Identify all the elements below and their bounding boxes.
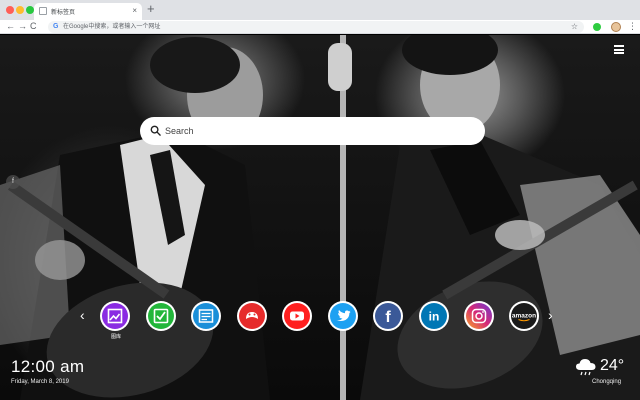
youtube-icon [282, 301, 312, 331]
cloud-rain-icon [576, 359, 596, 376]
bookmark-star-icon[interactable]: ☆ [571, 22, 578, 32]
shortcut-twitter[interactable] [328, 301, 358, 331]
address-bar-placeholder: 在Google中搜索，或者输入一个网址 [63, 24, 161, 30]
search-box[interactable] [140, 117, 485, 145]
svg-text:in: in [429, 310, 440, 324]
news-icon [191, 301, 221, 331]
tab-strip: 新标签页 × + [0, 0, 640, 20]
page-icon [39, 7, 47, 15]
svg-text:f: f [385, 309, 391, 326]
window-minimize-button[interactable] [16, 6, 24, 14]
clock-date: Friday, March 8, 2019 [11, 379, 69, 385]
side-panel-toggle-icon[interactable]: f [6, 175, 20, 189]
shortcut-linkedin[interactable]: in [419, 301, 449, 331]
shortcut-instagram[interactable] [464, 301, 494, 331]
shortcut-facebook[interactable]: f [373, 301, 403, 331]
image-icon [100, 301, 130, 331]
weather-city: Chongqing [592, 379, 622, 385]
browser-toolbar: ← → C G 在Google中搜索，或者输入一个网址 ☆ [0, 20, 640, 34]
window-maximize-button[interactable] [26, 6, 34, 14]
browser-menu-icon[interactable]: ⋮ [628, 21, 637, 32]
shortcuts-next-arrow-icon[interactable]: › [548, 307, 553, 323]
facebook-icon: f [373, 301, 403, 331]
google-icon: G [53, 23, 59, 30]
profile-avatar-icon[interactable] [611, 22, 621, 32]
shortcut-gallery-label: 图库 [110, 334, 121, 340]
window-close-button[interactable] [6, 6, 14, 14]
check-icon [146, 301, 176, 331]
gamepad-icon [237, 301, 267, 331]
linkedin-icon: in [419, 301, 449, 331]
active-tab[interactable]: 新标签页 × [34, 3, 142, 20]
svg-text:amazon: amazon [512, 313, 536, 320]
background-photo [0, 35, 640, 400]
shortcut-tasks[interactable] [146, 301, 176, 331]
extension-icon[interactable] [593, 23, 601, 31]
shortcut-youtube[interactable] [282, 301, 312, 331]
new-tab-button[interactable]: + [147, 2, 155, 16]
shortcuts-prev-arrow-icon[interactable]: ‹ [80, 307, 85, 323]
tab-title: 新标签页 [51, 10, 76, 16]
clock-time: 12:00 am [11, 357, 85, 376]
twitter-icon [328, 301, 358, 331]
instagram-icon [464, 301, 494, 331]
weather-temperature: 24° [600, 357, 625, 374]
shortcut-news[interactable] [191, 301, 221, 331]
search-input[interactable] [165, 124, 465, 138]
search-icon [150, 125, 161, 136]
shortcut-games[interactable] [237, 301, 267, 331]
back-icon[interactable]: ← [6, 21, 15, 32]
shortcut-amazon[interactable]: amazon [509, 301, 539, 331]
tab-close-icon[interactable]: × [132, 6, 137, 16]
amazon-icon: amazon [509, 301, 539, 331]
new-tab-page: f ‹ › 图库 [0, 35, 640, 400]
address-bar[interactable]: G 在Google中搜索，或者输入一个网址 ☆ [48, 21, 584, 33]
shortcut-gallery[interactable] [100, 301, 130, 331]
reload-icon[interactable]: C [30, 21, 37, 32]
menu-hamburger-icon[interactable] [614, 45, 624, 54]
forward-icon[interactable]: → [18, 21, 27, 32]
